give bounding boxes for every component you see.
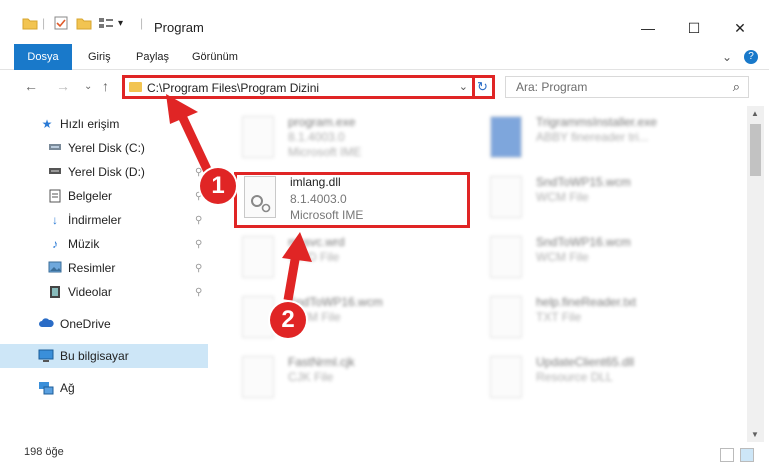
callout-arrows bbox=[166, 94, 312, 301]
step-badge-1: 1 bbox=[200, 168, 236, 204]
step-badge-2: 2 bbox=[270, 302, 306, 338]
arrow-1 bbox=[166, 94, 217, 182]
arrow-2 bbox=[282, 232, 312, 301]
